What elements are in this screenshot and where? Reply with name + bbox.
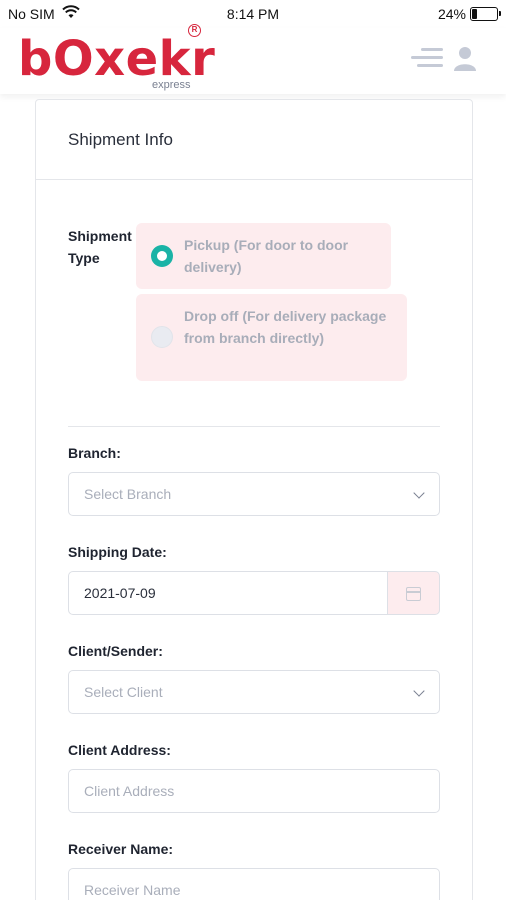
pickup-option-label: Pickup (For door to door delivery) [184, 237, 349, 275]
receiver-name-label: Receiver Name: [68, 841, 174, 857]
date-picker-button[interactable] [388, 571, 440, 615]
battery-icon [470, 7, 501, 21]
client-label: Client/Sender: [68, 643, 163, 659]
shipping-date-label: Shipping Date: [68, 544, 167, 560]
divider [68, 426, 440, 427]
branch-label: Branch: [68, 445, 121, 461]
client-address-input[interactable]: Client Address [68, 769, 440, 813]
client-address-label: Client Address: [68, 742, 171, 758]
calendar-icon [406, 587, 421, 601]
brand-logo[interactable]: bΟxekr R express [18, 24, 215, 92]
app-header: bΟxekr R express [0, 24, 506, 94]
pickup-option[interactable]: Pickup (For door to door delivery) [136, 223, 391, 289]
client-placeholder: Select Client [84, 684, 163, 700]
receiver-name-input[interactable]: Receiver Name [68, 868, 440, 900]
dropoff-option[interactable]: Drop off (For delivery package from bran… [136, 294, 407, 381]
chevron-down-icon [413, 487, 425, 499]
shipping-date-input[interactable]: 2021-07-09 [68, 571, 388, 615]
client-address-placeholder: Client Address [84, 783, 175, 799]
logo-subtext: express [152, 79, 191, 91]
shipping-date-value: 2021-07-09 [84, 585, 156, 601]
dropoff-radio[interactable] [151, 326, 173, 348]
card-title: Shipment Info [36, 100, 472, 180]
branch-placeholder: Select Branch [84, 486, 172, 502]
menu-icon[interactable] [411, 46, 443, 70]
status-bar: No SIM 8:14 PM 24% [0, 0, 506, 28]
shipment-type-label: Shipment Type [68, 228, 132, 266]
user-icon[interactable] [451, 44, 479, 72]
pickup-radio[interactable] [151, 245, 173, 267]
battery-percent: 24% [437, 6, 466, 22]
shipment-info-card: Shipment Info Shipment Type Pickup (For … [35, 99, 473, 900]
branch-select[interactable]: Select Branch [68, 472, 440, 516]
registered-mark: R [188, 24, 201, 37]
receiver-name-placeholder: Receiver Name [84, 882, 181, 898]
client-select[interactable]: Select Client [68, 670, 440, 714]
chevron-down-icon [413, 685, 425, 697]
dropoff-option-label: Drop off (For delivery package from bran… [184, 308, 387, 346]
clock: 8:14 PM [226, 6, 280, 22]
